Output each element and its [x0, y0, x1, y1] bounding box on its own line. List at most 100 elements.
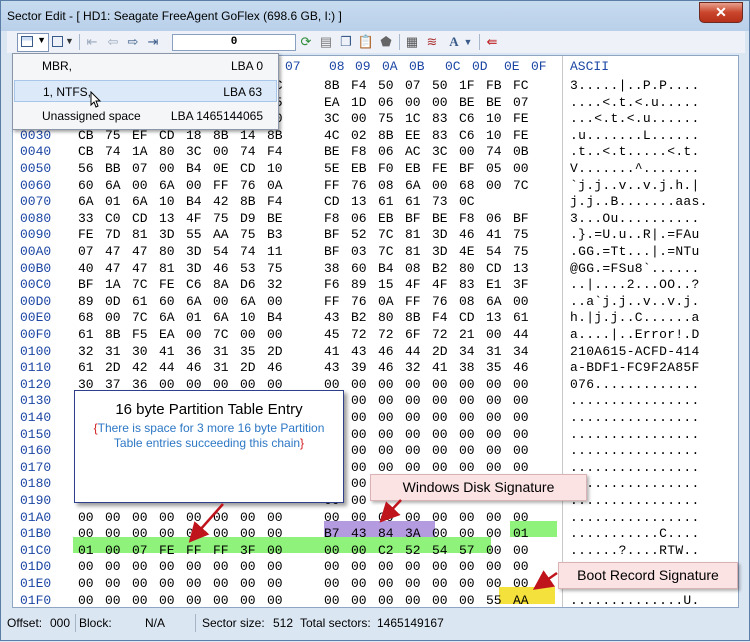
save-icon[interactable]: ▤ — [317, 33, 335, 51]
hex-byte[interactable]: 00 — [513, 393, 537, 409]
hex-byte[interactable]: 31 — [105, 344, 129, 360]
first-sector-icon[interactable]: ⇤ — [83, 33, 101, 51]
hex-byte[interactable]: F4 — [351, 78, 375, 94]
hex-byte[interactable]: 32 — [405, 360, 429, 376]
hex-byte[interactable]: 00 — [186, 559, 210, 575]
hex-byte[interactable]: 00 — [78, 510, 102, 526]
hex-byte[interactable]: 06 — [378, 144, 402, 160]
chevron-down-icon[interactable]: ▼ — [459, 33, 477, 51]
hex-byte[interactable]: 07 — [132, 543, 156, 559]
hex-byte[interactable]: 2D — [240, 360, 264, 376]
hex-byte[interactable]: 13 — [513, 261, 537, 277]
hex-byte[interactable]: 52 — [405, 543, 429, 559]
hex-byte[interactable]: 00 — [405, 510, 429, 526]
hex-byte[interactable]: 00 — [78, 593, 102, 607]
hex-byte[interactable]: FC — [513, 78, 537, 94]
hex-byte[interactable]: 00 — [132, 526, 156, 542]
hex-byte[interactable]: 8B — [240, 194, 264, 210]
lba-input[interactable]: 0 — [172, 34, 296, 51]
hex-byte[interactable]: 40 — [78, 261, 102, 277]
hex-byte[interactable]: 81 — [132, 227, 156, 243]
title-bar[interactable]: Sector Edit - [ HD1: Seagate FreeAgent G… — [1, 1, 749, 31]
hex-byte[interactable]: 21 — [459, 327, 483, 343]
hex-byte[interactable]: 10 — [267, 161, 291, 177]
hex-byte[interactable]: 00 — [267, 294, 291, 310]
hex-byte[interactable]: 00 — [405, 559, 429, 575]
hex-byte[interactable]: 7C — [213, 327, 237, 343]
hex-byte[interactable]: 74 — [240, 144, 264, 160]
hex-byte[interactable]: 83 — [432, 111, 456, 127]
ascii-text[interactable]: V.......^....... — [570, 161, 700, 177]
hex-byte[interactable]: 00 — [459, 410, 483, 426]
hex-byte[interactable]: 61 — [78, 327, 102, 343]
hex-byte[interactable]: 00 — [351, 427, 375, 443]
hex-byte[interactable]: 1A — [132, 144, 156, 160]
hex-byte[interactable]: CD — [132, 211, 156, 227]
hex-byte[interactable]: BB — [105, 161, 129, 177]
hex-byte[interactable]: 30 — [132, 344, 156, 360]
hex-byte[interactable]: 75 — [213, 211, 237, 227]
hex-byte[interactable]: 7C — [378, 244, 402, 260]
hex-byte[interactable]: 00 — [486, 178, 510, 194]
hex-byte[interactable]: 00 — [132, 510, 156, 526]
hex-byte[interactable]: 00 — [513, 377, 537, 393]
hex-byte[interactable]: AC — [405, 144, 429, 160]
hex-byte[interactable]: B4 — [186, 194, 210, 210]
hex-byte[interactable]: 61 — [78, 360, 102, 376]
hex-byte[interactable]: 00 — [513, 427, 537, 443]
hex-byte[interactable]: 00 — [267, 559, 291, 575]
hex-byte[interactable]: 06 — [351, 211, 375, 227]
hex-byte[interactable]: 61 — [405, 194, 429, 210]
hex-byte[interactable]: 73 — [432, 194, 456, 210]
hex-byte[interactable]: 33 — [78, 211, 102, 227]
hex-byte[interactable]: 81 — [405, 244, 429, 260]
hex-byte[interactable]: 3C — [324, 111, 348, 127]
hex-byte[interactable]: 8A — [213, 277, 237, 293]
hex-editor-view[interactable]: 07 08 09 0A 0B 0C 0D 0E 0F ASCII 00007C8… — [12, 55, 739, 608]
hex-byte[interactable]: 72 — [378, 327, 402, 343]
hex-byte[interactable]: F0 — [378, 161, 402, 177]
hex-byte[interactable]: 00 — [486, 410, 510, 426]
hex-byte[interactable]: 00 — [432, 593, 456, 607]
hex-byte[interactable]: B7 — [324, 526, 348, 542]
hex-byte[interactable]: 74 — [240, 244, 264, 260]
hex-byte[interactable]: 43 — [324, 360, 348, 376]
hex-byte[interactable]: BF — [324, 244, 348, 260]
hex-byte[interactable]: 45 — [324, 327, 348, 343]
ascii-text[interactable]: 3.....|..P.P.... — [570, 78, 700, 94]
hex-byte[interactable]: 00 — [486, 427, 510, 443]
hex-byte[interactable]: 11 — [267, 244, 291, 260]
hex-byte[interactable]: 00 — [432, 427, 456, 443]
hex-byte[interactable]: 34 — [513, 344, 537, 360]
view-dropdown-button[interactable]: ▼ — [50, 33, 76, 50]
partition-dropdown-button[interactable]: ▼ — [17, 33, 49, 52]
hex-byte[interactable]: 00 — [513, 576, 537, 592]
hex-byte[interactable]: F4 — [432, 310, 456, 326]
hex-byte[interactable]: 00 — [486, 576, 510, 592]
hex-byte[interactable]: 72 — [432, 327, 456, 343]
hex-byte[interactable]: 6F — [405, 327, 429, 343]
hex-byte[interactable]: 00 — [351, 576, 375, 592]
hex-byte[interactable]: 00 — [351, 111, 375, 127]
hex-byte[interactable]: 07 — [513, 95, 537, 111]
hex-byte[interactable]: 00 — [240, 526, 264, 542]
hex-byte[interactable]: CD — [459, 310, 483, 326]
hex-byte[interactable]: 00 — [351, 443, 375, 459]
hex-byte[interactable]: 46 — [513, 360, 537, 376]
ascii-text[interactable]: `j.j..v..v.j.h.| — [570, 178, 700, 194]
hex-byte[interactable]: F6 — [324, 277, 348, 293]
hex-byte[interactable]: 2D — [105, 360, 129, 376]
hex-byte[interactable]: 01 — [513, 526, 537, 542]
hex-byte[interactable]: 43 — [351, 344, 375, 360]
hex-byte[interactable]: 8B — [324, 78, 348, 94]
hex-byte[interactable]: 00 — [105, 526, 129, 542]
hex-byte[interactable]: 56 — [78, 161, 102, 177]
hex-byte[interactable]: 00 — [513, 294, 537, 310]
hex-byte[interactable]: 6A — [486, 294, 510, 310]
hex-byte[interactable]: 00 — [405, 443, 429, 459]
hex-byte[interactable]: 00 — [486, 526, 510, 542]
ascii-text[interactable]: a-BDF1-FC9F2A85F — [570, 360, 700, 376]
hex-byte[interactable]: FF — [324, 294, 348, 310]
hex-byte[interactable]: 60 — [159, 294, 183, 310]
hex-byte[interactable]: 00 — [459, 443, 483, 459]
